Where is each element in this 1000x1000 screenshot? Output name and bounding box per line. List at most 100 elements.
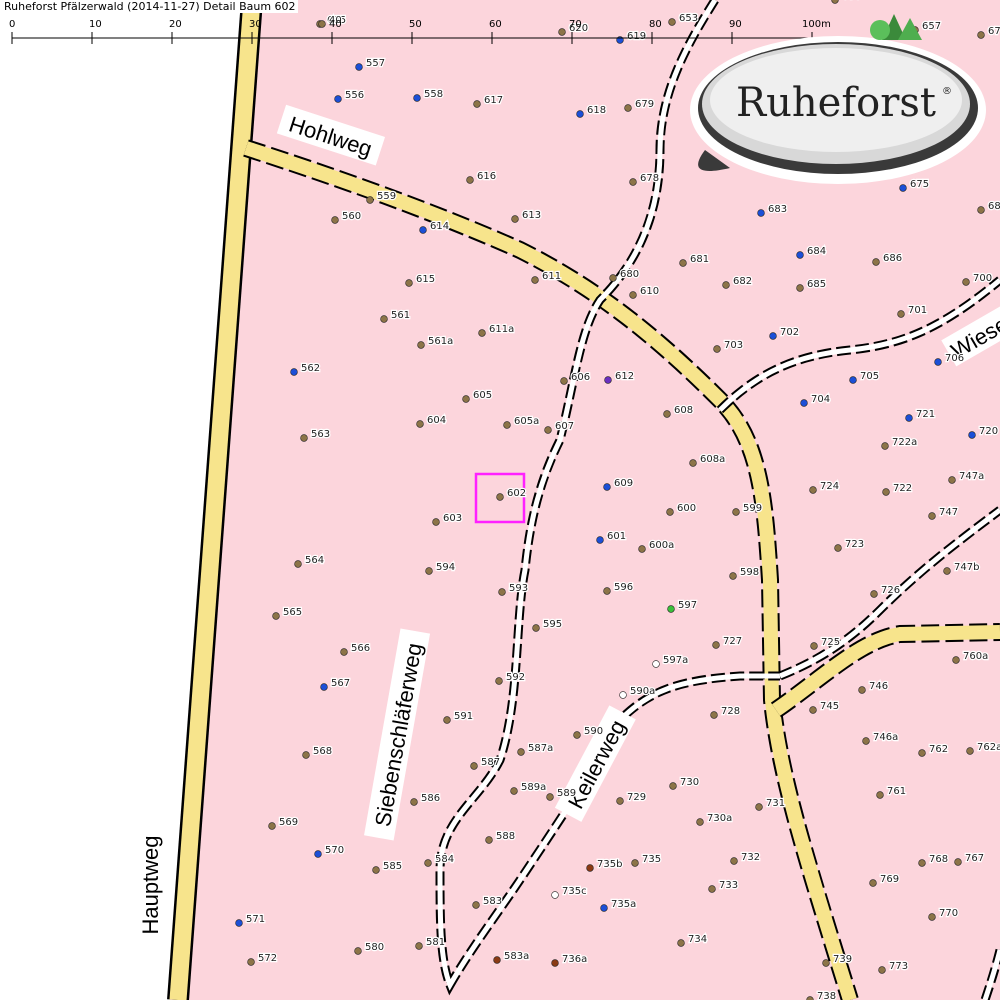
tree-dot[interactable] (869, 879, 877, 887)
tree-dot[interactable] (466, 176, 474, 184)
tree-dot[interactable] (573, 731, 581, 739)
tree-dot[interactable] (796, 284, 804, 292)
tree-dot[interactable] (290, 368, 298, 376)
tree-dot[interactable] (495, 677, 503, 685)
tree-dot[interactable] (928, 913, 936, 921)
tree-dot[interactable] (560, 377, 568, 385)
tree-dot[interactable] (858, 686, 866, 694)
tree-dot[interactable] (977, 31, 985, 39)
tree-dot[interactable] (624, 104, 632, 112)
tree-dot[interactable] (424, 859, 432, 867)
tree-dot[interactable] (928, 512, 936, 520)
tree-dot[interactable] (532, 624, 540, 632)
tree-dot[interactable] (872, 258, 880, 266)
tree-dot[interactable] (667, 605, 675, 613)
tree-dot[interactable] (603, 587, 611, 595)
tree-dot[interactable] (822, 959, 830, 967)
tree-dot[interactable] (551, 891, 559, 899)
tree-dot[interactable] (666, 508, 674, 516)
tree-dot[interactable] (757, 209, 765, 217)
tree-dot[interactable] (677, 939, 685, 947)
tree-dot[interactable] (918, 859, 926, 867)
tree-dot[interactable] (876, 791, 884, 799)
tree-dot[interactable] (732, 508, 740, 516)
tree-dot[interactable] (668, 18, 676, 26)
tree-dot[interactable] (318, 20, 326, 28)
tree-dot[interactable] (340, 648, 348, 656)
tree-dot[interactable] (899, 184, 907, 192)
tree-dot[interactable] (470, 762, 478, 770)
tree-dot[interactable] (952, 656, 960, 664)
tree-dot[interactable] (881, 442, 889, 450)
tree-dot[interactable] (544, 426, 552, 434)
tree-dot[interactable] (558, 28, 566, 36)
tree-dot[interactable] (355, 63, 363, 71)
tree-dot[interactable] (878, 966, 886, 974)
tree-dot[interactable] (800, 399, 808, 407)
tree-dot[interactable] (730, 857, 738, 865)
tree-dot[interactable] (531, 276, 539, 284)
tree-dot[interactable] (943, 567, 951, 575)
tree-dot[interactable] (419, 226, 427, 234)
tree-dot[interactable] (416, 420, 424, 428)
tree-dot[interactable] (849, 376, 857, 384)
tree-dot[interactable] (417, 341, 425, 349)
tree-dot[interactable] (405, 279, 413, 287)
tree-dot[interactable] (320, 683, 328, 691)
tree-dot[interactable] (473, 100, 481, 108)
forest-map[interactable]: Hohlweg Hauptweg Siebenschläferweg Keile… (0, 0, 1000, 1000)
tree-dot[interactable] (609, 274, 617, 282)
tree-dot[interactable] (443, 716, 451, 724)
tree-dot[interactable] (302, 751, 310, 759)
tree-dot[interactable] (596, 536, 604, 544)
tree-dot[interactable] (268, 822, 276, 830)
tree-dot[interactable] (503, 421, 511, 429)
tree-dot[interactable] (511, 215, 519, 223)
tree-dot[interactable] (629, 291, 637, 299)
tree-dot[interactable] (631, 859, 639, 867)
tree-dot[interactable] (604, 376, 612, 384)
tree-dot[interactable] (247, 958, 255, 966)
tree-dot[interactable] (652, 660, 660, 668)
tree-dot[interactable] (713, 345, 721, 353)
tree-dot[interactable] (586, 864, 594, 872)
tree-dot[interactable] (712, 641, 720, 649)
tree-dot[interactable] (294, 560, 302, 568)
tree-dot[interactable] (472, 901, 480, 909)
tree-dot[interactable] (551, 959, 559, 967)
tree-dot[interactable] (834, 544, 842, 552)
tree-dot[interactable] (870, 590, 878, 598)
tree-dot[interactable] (331, 216, 339, 224)
tree-dot[interactable] (809, 486, 817, 494)
tree-dot[interactable] (372, 866, 380, 874)
tree-dot[interactable] (616, 797, 624, 805)
tree-dot[interactable] (809, 706, 817, 714)
tree-dot[interactable] (354, 947, 362, 955)
tree-dot[interactable] (600, 904, 608, 912)
tree-dot[interactable] (769, 332, 777, 340)
tree-dot[interactable] (918, 749, 926, 757)
tree-dot[interactable] (708, 885, 716, 893)
tree-dot[interactable] (966, 747, 974, 755)
tree-dot[interactable] (862, 737, 870, 745)
tree-dot[interactable] (410, 798, 418, 806)
tree-dot[interactable] (962, 278, 970, 286)
tree-dot[interactable] (366, 196, 374, 204)
tree-dot[interactable] (696, 818, 704, 826)
tree-dot[interactable] (638, 545, 646, 553)
tree-dot[interactable] (897, 310, 905, 318)
tree-dot[interactable] (493, 956, 501, 964)
tree-dot[interactable] (496, 493, 504, 501)
tree-dot[interactable] (948, 476, 956, 484)
tree-dot[interactable] (462, 395, 470, 403)
tree-dot[interactable] (498, 588, 506, 596)
tree-dot[interactable] (954, 858, 962, 866)
tree-dot[interactable] (669, 782, 677, 790)
tree-dot[interactable] (977, 206, 985, 214)
tree-dot[interactable] (663, 410, 671, 418)
tree-dot[interactable] (934, 358, 942, 366)
tree-dot[interactable] (517, 748, 525, 756)
tree-dot[interactable] (905, 414, 913, 422)
tree-dot[interactable] (272, 612, 280, 620)
tree-dot[interactable] (478, 329, 486, 337)
